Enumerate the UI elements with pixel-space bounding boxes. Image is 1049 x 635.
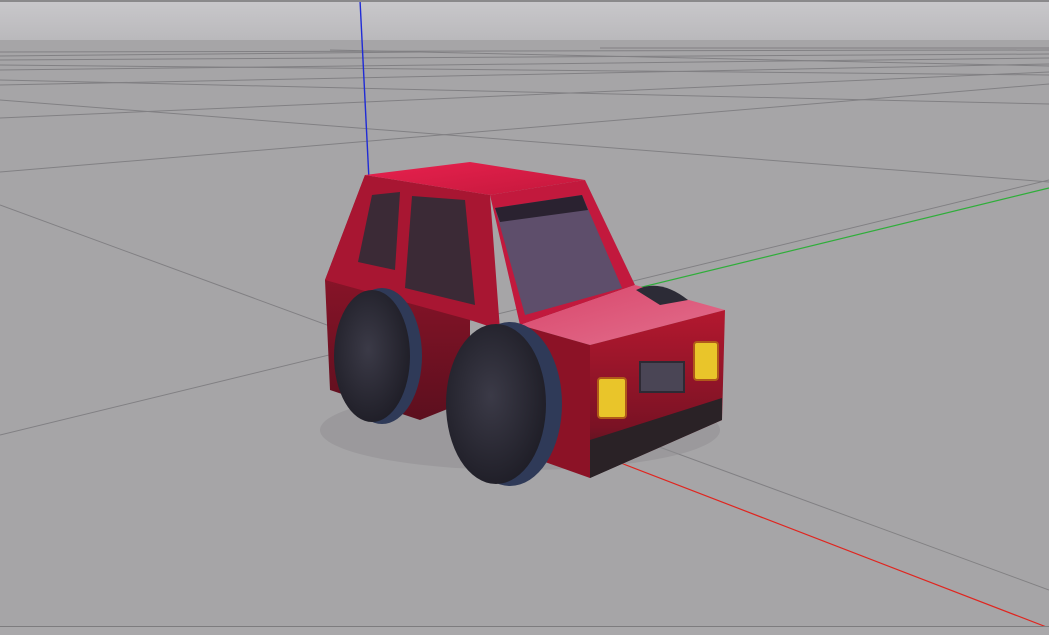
- viewport-bottom-edge: [0, 626, 1049, 635]
- left-headlight: [597, 377, 627, 419]
- front-grille: [639, 361, 685, 393]
- front-wheel: [446, 322, 562, 486]
- right-headlight: [693, 341, 719, 381]
- front-side-window: [405, 196, 475, 305]
- rear-wheel: [334, 288, 422, 424]
- viewport-top-edge: [0, 0, 1049, 2]
- scene-canvas[interactable]: [0, 0, 1049, 635]
- sky-band: [0, 0, 1049, 42]
- 3d-viewport[interactable]: [0, 0, 1049, 635]
